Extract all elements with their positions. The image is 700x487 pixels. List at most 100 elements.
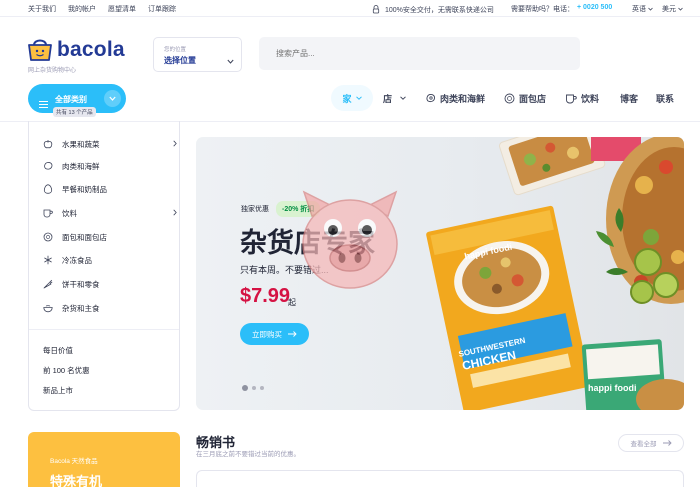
nav-blog[interactable]: 博客: [620, 85, 638, 111]
top-link-wishlist[interactable]: 愿望清单: [108, 4, 136, 14]
promo-big-text: 特殊有机: [50, 474, 103, 487]
slider-dots: [242, 385, 264, 391]
nav-shop[interactable]: 店: [383, 85, 406, 111]
meat-icon: [43, 161, 53, 171]
site-logo[interactable]: bacola 网上杂货购物中心: [28, 36, 128, 74]
slider-dot[interactable]: [242, 385, 248, 391]
product-count-badge: 共有 13 个产品: [53, 107, 96, 117]
sidebar-item-fruits-vegetables[interactable]: 水果和蔬菜: [43, 137, 177, 151]
sidebar-link-daily-value[interactable]: 每日价值: [43, 345, 73, 356]
currency-selector[interactable]: 美元: [662, 4, 683, 14]
bread-icon: [504, 93, 515, 103]
slider-dot[interactable]: [252, 386, 256, 390]
nav-contact-label: 联系: [656, 93, 675, 104]
sidebar-item-label: 水果和蔬菜: [62, 139, 100, 149]
chevron-down-icon: [355, 96, 362, 100]
arrow-right-icon: [288, 331, 297, 337]
chevron-down-icon: [400, 96, 406, 100]
logo-tagline: 网上杂货购物中心: [28, 68, 77, 74]
chevron-down-icon: [678, 6, 683, 13]
promo-banner[interactable]: Bacola 天然食品 特殊有机: [28, 432, 180, 487]
sidebar-divider: [29, 329, 179, 330]
help-text: 需要帮助吗？电话：: [511, 6, 574, 13]
sidebar-item-label: 饼干和零食: [62, 279, 100, 289]
bestsellers-subtitle: 在三月底之前不要错过当前的优惠。: [196, 451, 300, 458]
bowl-icon: [43, 303, 53, 313]
secure-delivery-text: 100%安全交付，无需联系快递公司: [385, 7, 494, 14]
nav-bakery-label: 面包店: [519, 93, 547, 104]
sidebar-item-label: 肉类和海鲜: [62, 161, 100, 171]
top-bar: 关于我们 我的帐户 愿望清单 订单跟踪 100%安全交付，无需联系快递公司 需要…: [0, 0, 700, 17]
carrot-icon: [43, 279, 53, 289]
location-small-label: 您的位置: [164, 47, 187, 53]
cup-icon: [43, 208, 53, 218]
sidebar-item-meats-seafood[interactable]: 肉类和海鲜: [43, 159, 100, 173]
sidebar-item-drinks[interactable]: 饮料: [43, 206, 177, 220]
shopping-basket-logo-icon: [28, 39, 52, 61]
nav-home[interactable]: 家: [331, 85, 373, 111]
meat-icon: [426, 93, 436, 102]
sidebar-item-frozen-foods[interactable]: 冷冻食品: [43, 253, 92, 267]
sidebar-item-breakfast-dairy[interactable]: 早餐和奶制品: [43, 182, 107, 196]
chevron-down-icon: [227, 51, 234, 69]
sidebar-item-bread-bakery[interactable]: 面包和面包店: [43, 230, 107, 244]
nav-contact[interactable]: 联系: [656, 85, 674, 111]
snowflake-icon: [43, 255, 53, 265]
language-label: 英语: [632, 6, 646, 13]
nav-meats-label: 肉类和海鲜: [440, 93, 486, 104]
sidebar-link-top-100[interactable]: 前 100 名优惠: [43, 365, 90, 376]
sidebar-item-grocery-staples[interactable]: 杂货和主食: [43, 301, 100, 315]
sidebar-item-label: 冷冻食品: [62, 255, 92, 265]
hero-price: $7.99: [240, 285, 291, 307]
logo-name: bacola: [57, 38, 125, 61]
sidebar-item-biscuits-snacks[interactable]: 饼干和零食: [43, 277, 100, 291]
pig-watermark-icon: [302, 190, 398, 289]
sidebar-link-new-arrivals[interactable]: 新品上市: [43, 385, 73, 396]
search-bar: [259, 37, 580, 70]
nav-home-label: 家: [342, 93, 352, 104]
chevron-right-icon: [173, 140, 177, 149]
location-selector[interactable]: 您的位置 选择位置: [153, 37, 242, 72]
phone-number[interactable]: + 0020 500: [577, 4, 612, 14]
currency-label: 美元: [662, 6, 676, 13]
sidebar-item-label: 杂货和主食: [62, 303, 100, 313]
shop-now-label: 立即购买: [252, 329, 282, 339]
egg-icon: [43, 184, 53, 194]
svg-text:happi foodi: happi foodi: [588, 383, 637, 393]
nav-blog-label: 博客: [620, 93, 639, 104]
promo-small-text: Bacola 天然食品: [50, 458, 98, 465]
view-all-button[interactable]: 查看全部: [618, 434, 684, 452]
nav-drinks[interactable]: 饮料: [565, 85, 599, 111]
lock-icon: [371, 4, 381, 16]
shop-now-button[interactable]: 立即购买: [240, 323, 309, 345]
language-selector[interactable]: 英语: [632, 4, 653, 14]
arrow-right-icon: [662, 440, 672, 446]
nav-meats[interactable]: 肉类和海鲜: [425, 85, 485, 111]
top-links: 关于我们 我的帐户 愿望清单 订单跟踪: [28, 4, 176, 14]
search-input[interactable]: [259, 37, 580, 70]
top-link-about[interactable]: 关于我们: [28, 4, 56, 14]
menu-icon: [39, 95, 48, 113]
product-grid: [196, 470, 684, 487]
cup-icon: [566, 94, 577, 103]
top-link-account[interactable]: 我的帐户: [68, 4, 96, 14]
all-categories-label: 全部类别: [55, 95, 87, 104]
nav-bakery[interactable]: 面包店: [504, 85, 546, 111]
nav-shop-label: 店: [383, 93, 393, 104]
hero-slider: happi foodi SOUTHWESTERN CHICKEN happi f…: [196, 137, 684, 410]
exclusive-offer-label: 独家优惠: [241, 206, 269, 213]
chevron-right-icon: [173, 209, 177, 218]
nav-drinks-label: 饮料: [581, 93, 600, 104]
secure-delivery-notice: 100%安全交付，无需联系快递公司: [371, 4, 494, 16]
slider-dot[interactable]: [260, 386, 264, 390]
bread-icon: [43, 232, 53, 242]
hero-price-from: 起: [288, 298, 296, 307]
view-all-label: 查看全部: [630, 441, 657, 448]
apple-icon: [43, 139, 53, 149]
chevron-down-icon: [648, 6, 653, 13]
sidebar-item-label: 饮料: [62, 208, 77, 218]
top-link-order-tracking[interactable]: 订单跟踪: [148, 4, 176, 14]
category-sidebar: 水果和蔬菜 肉类和海鲜 早餐和奶制品 饮料 面包和面包店 冷冻食品 饼干和零食 …: [28, 121, 180, 411]
chevron-down-icon: [104, 90, 121, 107]
help-phone: 需要帮助吗？电话： + 0020 500: [511, 4, 612, 14]
